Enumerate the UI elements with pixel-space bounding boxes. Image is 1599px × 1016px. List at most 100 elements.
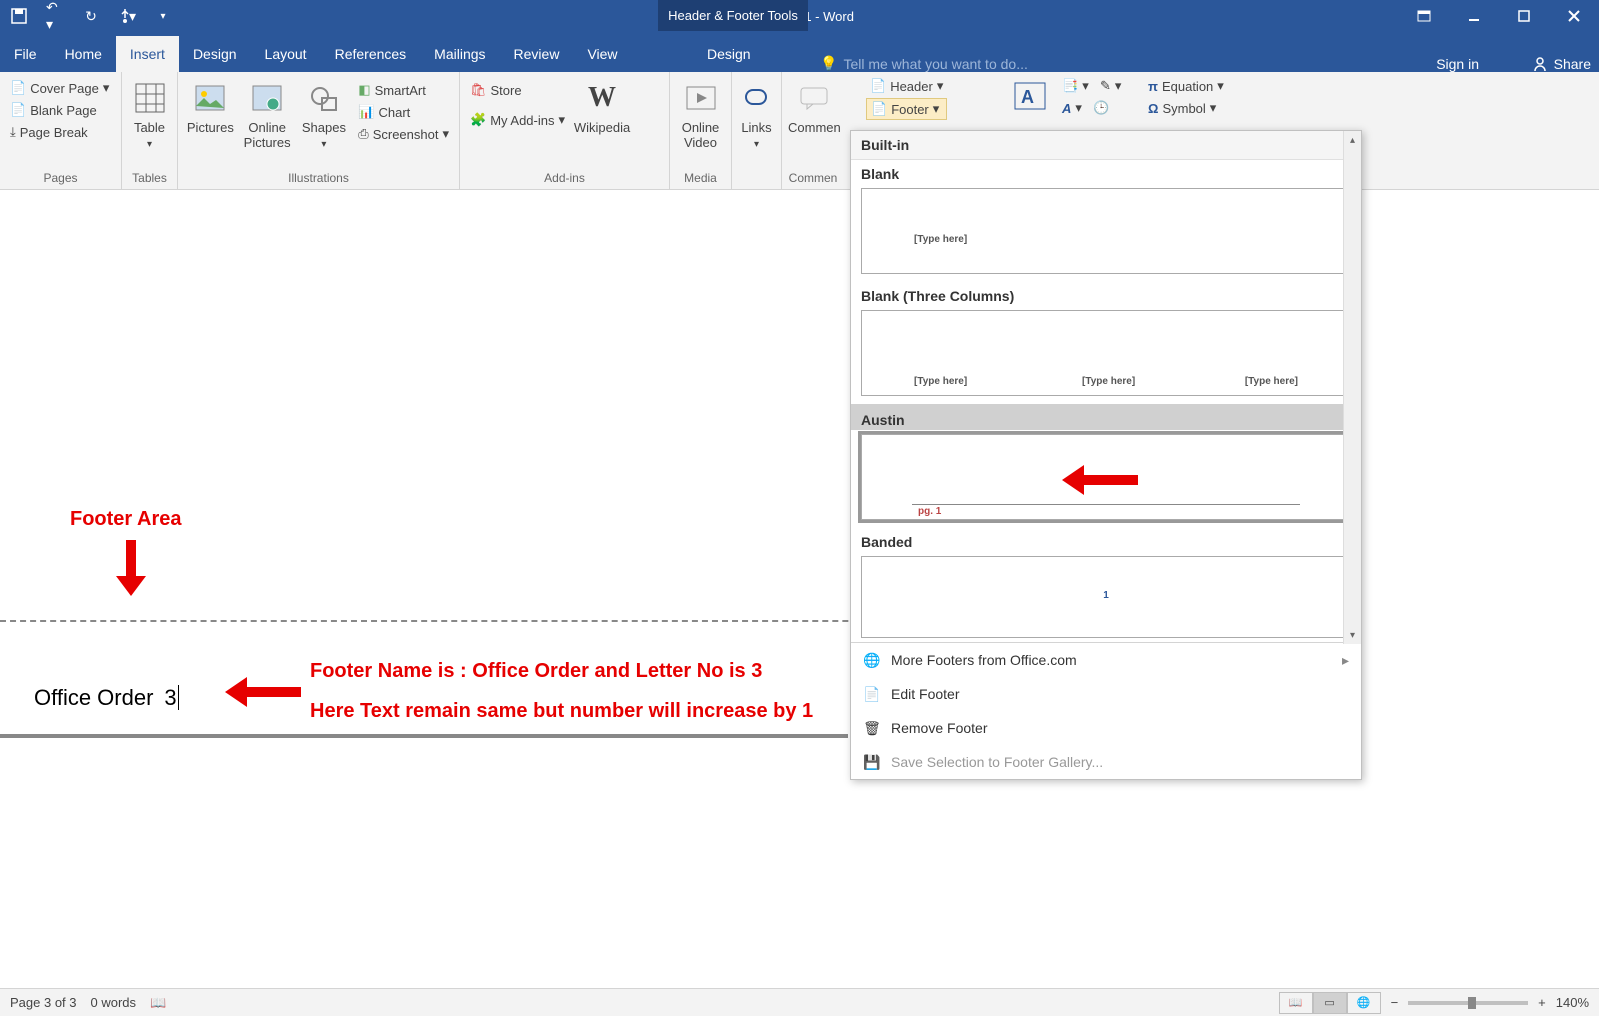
- scroll-down-icon[interactable]: ▾: [1344, 626, 1361, 644]
- tab-mailings[interactable]: Mailings: [420, 36, 499, 72]
- wikipedia-icon: W: [584, 80, 620, 116]
- equation-icon: π: [1148, 79, 1158, 94]
- cover-page-button[interactable]: 📄Cover Page ▾: [6, 78, 113, 98]
- gallery-item-blank3[interactable]: [Type here] [Type here] [Type here]: [861, 310, 1351, 396]
- tab-file[interactable]: File: [0, 36, 51, 72]
- more-footers-label: More Footers from Office.com: [891, 652, 1077, 668]
- online-video-label: Online Video: [676, 120, 725, 150]
- symbol-icon: Ω: [1148, 101, 1158, 116]
- footer-button[interactable]: 📄Footer ▾: [866, 98, 947, 120]
- chart-icon: 📊: [358, 104, 374, 120]
- remove-footer-item[interactable]: 🗑 Remove Footer: [851, 711, 1361, 745]
- footer-content[interactable]: Office Order 3: [34, 685, 179, 711]
- remove-footer-label: Remove Footer: [891, 720, 987, 736]
- gallery-item-blank[interactable]: [Type here]: [861, 188, 1351, 274]
- online-pictures-icon: [249, 80, 285, 116]
- group-media-label: Media: [676, 167, 725, 189]
- store-button[interactable]: 🛍Store: [466, 80, 569, 100]
- links-button[interactable]: Links ▾: [738, 76, 775, 150]
- header-button[interactable]: 📄Header ▾: [866, 76, 947, 96]
- date-time-icon: 🕒: [1093, 100, 1109, 116]
- comment-label: Commen: [788, 120, 841, 135]
- chart-label: Chart: [378, 105, 410, 120]
- online-video-button[interactable]: Online Video: [676, 76, 725, 150]
- online-video-icon: [683, 80, 719, 116]
- status-words[interactable]: 0 words: [91, 995, 137, 1010]
- web-layout-button[interactable]: 🌐: [1347, 992, 1381, 1014]
- status-page[interactable]: Page 3 of 3: [10, 995, 77, 1010]
- online-pictures-button[interactable]: Online Pictures: [241, 76, 294, 150]
- contextual-tab-group: Header & Footer Tools: [658, 0, 808, 31]
- gallery-section-builtin: Built-in: [851, 131, 1361, 160]
- signature-icon: ✎: [1100, 78, 1111, 94]
- gallery-scrollbar[interactable]: ▴ ▾: [1343, 131, 1361, 644]
- tab-insert[interactable]: Insert: [116, 36, 179, 72]
- ribbon-display-icon[interactable]: [1399, 0, 1449, 32]
- footer-label: Footer: [891, 102, 929, 117]
- close-icon[interactable]: [1549, 0, 1599, 32]
- blank-page-label: Blank Page: [30, 103, 97, 118]
- zoom-slider[interactable]: [1408, 1001, 1528, 1005]
- smartart-button[interactable]: ◧SmartArt: [354, 80, 453, 100]
- zoom-in-button[interactable]: +: [1538, 995, 1546, 1010]
- wikipedia-label: Wikipedia: [574, 120, 630, 135]
- tell-me-search[interactable]: 💡 Tell me what you want to do...: [820, 55, 1028, 72]
- annotation-line1: Footer Name is : Office Order and Letter…: [310, 660, 762, 683]
- gallery-item-blank-label: Blank: [851, 160, 1361, 184]
- banded-page-label: 1: [1103, 590, 1109, 601]
- symbol-button[interactable]: ΩSymbol ▾: [1144, 98, 1228, 118]
- qat-customize-icon[interactable]: ▾: [154, 7, 172, 25]
- my-addins-icon: 🧩: [470, 112, 486, 128]
- chart-button[interactable]: 📊 Chart: [354, 102, 453, 122]
- maximize-icon[interactable]: [1499, 0, 1549, 32]
- table-button[interactable]: Table ▾: [128, 76, 171, 150]
- tab-view[interactable]: View: [573, 36, 631, 72]
- wordart-button[interactable]: A▾ 🕒: [1058, 98, 1125, 118]
- comment-icon: [796, 80, 832, 116]
- minimize-icon[interactable]: [1449, 0, 1499, 32]
- tab-design[interactable]: Design: [179, 36, 251, 72]
- undo-icon[interactable]: ↶ ▾: [46, 7, 64, 25]
- text-box-icon[interactable]: A: [1012, 78, 1048, 114]
- menu-bar: File Home Insert Design Layout Reference…: [0, 32, 1599, 72]
- tell-me-placeholder: Tell me what you want to do...: [843, 56, 1027, 72]
- gallery-item-austin[interactable]: pg. 1: [861, 434, 1351, 520]
- tab-layout[interactable]: Layout: [251, 36, 321, 72]
- share-button[interactable]: Share: [1532, 56, 1591, 72]
- zoom-out-button[interactable]: −: [1391, 995, 1399, 1010]
- scroll-up-icon[interactable]: ▴: [1344, 131, 1361, 149]
- redo-icon[interactable]: ↻: [82, 7, 100, 25]
- blank-page-button[interactable]: 📄Blank Page: [6, 100, 113, 120]
- shapes-label: Shapes: [302, 120, 346, 135]
- quick-parts-button[interactable]: 📑▾ ✎▾: [1058, 76, 1125, 96]
- more-footers-item[interactable]: 🌐 More Footers from Office.com ▸: [851, 643, 1361, 677]
- signin-link[interactable]: Sign in: [1436, 56, 1479, 72]
- gallery-item-banded-label: Banded: [851, 528, 1361, 552]
- shapes-button[interactable]: Shapes ▾: [298, 76, 351, 150]
- pictures-button[interactable]: Pictures: [184, 76, 237, 135]
- tab-review[interactable]: Review: [500, 36, 574, 72]
- touch-mode-icon[interactable]: ▾: [118, 7, 136, 25]
- remove-footer-icon: 🗑: [863, 719, 881, 737]
- save-icon[interactable]: [10, 7, 28, 25]
- zoom-level[interactable]: 140%: [1556, 995, 1589, 1010]
- tab-home[interactable]: Home: [51, 36, 116, 72]
- equation-label: Equation: [1162, 79, 1213, 94]
- screenshot-button[interactable]: ⎙Screenshot ▾: [354, 124, 453, 144]
- my-addins-button[interactable]: 🧩My Add-ins ▾: [466, 110, 569, 130]
- gallery-item-austin-label: Austin: [851, 404, 1361, 430]
- comment-button[interactable]: Commen: [788, 76, 841, 135]
- save-selection-icon: 💾: [863, 753, 881, 771]
- gallery-item-banded[interactable]: 1: [861, 556, 1351, 638]
- wikipedia-button[interactable]: W Wikipedia: [573, 76, 631, 135]
- equation-button[interactable]: πEquation ▾: [1144, 76, 1228, 96]
- tab-context-design[interactable]: Design: [693, 36, 765, 72]
- read-mode-button[interactable]: 📖: [1279, 992, 1313, 1014]
- print-layout-button[interactable]: ▭: [1313, 992, 1347, 1014]
- header-label: Header: [890, 79, 933, 94]
- edit-footer-item[interactable]: 📄 Edit Footer: [851, 677, 1361, 711]
- page-break-button[interactable]: ⤓Page Break: [6, 122, 113, 142]
- spellcheck-icon[interactable]: 📖: [150, 995, 166, 1011]
- tab-references[interactable]: References: [321, 36, 421, 72]
- quick-parts-icon: 📑: [1062, 78, 1078, 94]
